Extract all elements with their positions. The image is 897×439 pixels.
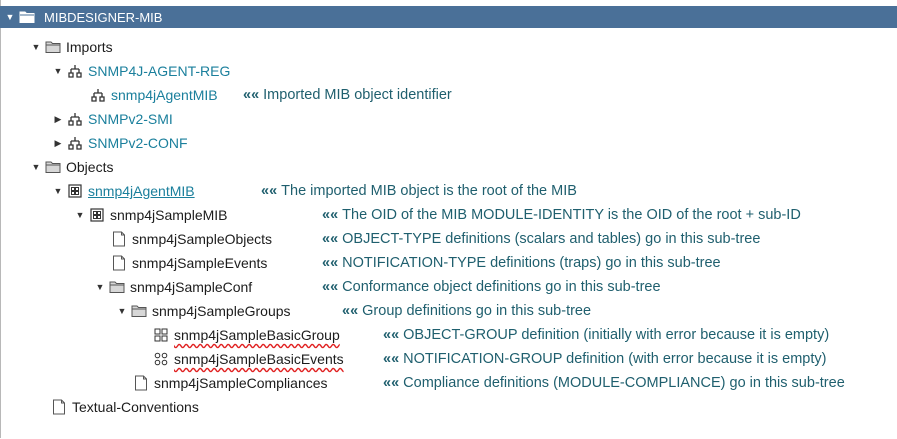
- tree-node-snmp4j-sample-compliances[interactable]: snmp4jSampleCompliances: [133, 371, 328, 395]
- tree-node-imports[interactable]: ▼ Imports: [30, 35, 113, 59]
- expand-toggle-icon[interactable]: ▼: [94, 282, 106, 292]
- annotation-text: OBJECT-GROUP definition (initially with …: [403, 327, 830, 343]
- annotation-arrow-icon: «: [322, 231, 330, 247]
- tree-node-snmp4j-sample-objects[interactable]: snmp4jSampleObjects: [111, 227, 272, 251]
- tree-node-snmp4j-agent-mib-import[interactable]: snmp4jAgentMIB: [90, 83, 218, 107]
- tree-node-label: SNMPv2-CONF: [88, 135, 188, 151]
- tree-node-textual-conventions[interactable]: Textual-Conventions: [51, 395, 199, 419]
- module-icon: [67, 111, 83, 127]
- tree-node-label: SNMPv2-SMI: [88, 111, 173, 127]
- annotation-compliance: «« Compliance definitions (MODULE-COMPLI…: [383, 375, 845, 391]
- document-icon: [111, 255, 127, 271]
- notification-group-icon: [153, 351, 169, 367]
- annotation-text: NOTIFICATION-TYPE definitions (traps) go…: [342, 255, 721, 271]
- folder-icon: [45, 39, 61, 55]
- tree-node-label: Imports: [66, 39, 113, 55]
- module-icon: [67, 63, 83, 79]
- expand-toggle-icon[interactable]: ▼: [4, 12, 16, 22]
- annotation-text: NOTIFICATION-GROUP definition (with erro…: [403, 351, 827, 367]
- expand-toggle-icon[interactable]: ▼: [74, 210, 86, 220]
- annotation-notification-type: «« NOTIFICATION-TYPE definitions (traps)…: [322, 255, 721, 271]
- tree-node-label: snmp4jSampleObjects: [132, 231, 273, 247]
- object-group-icon: [153, 327, 169, 343]
- annotation-arrow-icon: «: [261, 183, 269, 199]
- expand-toggle-icon[interactable]: ▼: [52, 66, 64, 76]
- annotation-object-group: «« OBJECT-GROUP definition (initially wi…: [383, 327, 830, 343]
- folder-icon: [45, 159, 61, 175]
- tree-node-snmp4j-sample-groups[interactable]: ▼ snmp4jSampleGroups: [116, 299, 291, 323]
- annotation-text: Conformance object definitions go in thi…: [342, 279, 661, 295]
- annotation-arrow-icon: «: [322, 207, 330, 223]
- tree-node-label: snmp4jAgentMIB: [111, 87, 218, 103]
- tree-node-label: snmp4jSampleBasicGroup: [174, 327, 340, 343]
- annotation-text: The OID of the MIB MODULE-IDENTITY is th…: [342, 207, 801, 223]
- expand-toggle-icon[interactable]: ▼: [116, 306, 128, 316]
- annotation-group: «« Group definitions go in this sub-tree: [342, 303, 592, 319]
- tree-node-snmpv2-conf[interactable]: ▶ SNMPv2-CONF: [52, 131, 188, 155]
- folder-icon: [19, 9, 35, 25]
- module-icon: [67, 135, 83, 151]
- tree-node-snmp4j-sample-mib[interactable]: ▼ snmp4jSampleMIB: [74, 203, 228, 227]
- tree-node-label: snmp4jSampleBasicEvents: [174, 351, 344, 367]
- tree-node-label: snmp4jSampleConf: [130, 279, 253, 295]
- annotation-arrow-icon: «: [383, 327, 391, 343]
- tree-node-snmp4j-sample-basic-events[interactable]: snmp4jSampleBasicEvents: [153, 347, 344, 371]
- tree-node-label: snmp4jSampleCompliances: [154, 375, 328, 391]
- folder-icon: [131, 303, 147, 319]
- annotation-root: «« The imported MIB object is the root o…: [261, 183, 577, 199]
- object-identity-icon: [67, 183, 83, 199]
- annotation-arrow-icon: «: [383, 375, 391, 391]
- document-icon: [51, 399, 67, 415]
- annotation-arrow-icon: «: [322, 279, 330, 295]
- annotation-arrow-icon: «: [243, 87, 251, 103]
- annotation-arrow-icon: «: [322, 255, 330, 271]
- annotation-text: The imported MIB object is the root of t…: [281, 183, 577, 199]
- annotation-module-identity: «« The OID of the MIB MODULE-IDENTITY is…: [322, 207, 801, 223]
- tree-node-snmp4j-sample-events[interactable]: snmp4jSampleEvents: [111, 251, 267, 275]
- tree-node-snmp4j-sample-basic-group[interactable]: snmp4jSampleBasicGroup: [153, 323, 340, 347]
- annotation-text: Imported MIB object identifier: [263, 87, 452, 103]
- tree-root-label: MIBDESIGNER-MIB: [44, 9, 163, 25]
- collapsed-toggle-icon[interactable]: ▶: [52, 114, 64, 125]
- document-icon: [111, 231, 127, 247]
- folder-icon: [109, 279, 125, 295]
- object-identity-icon: [89, 207, 105, 223]
- annotation-text: OBJECT-TYPE definitions (scalars and tab…: [342, 231, 761, 247]
- annotation-text: Group definitions go in this sub-tree: [362, 303, 592, 319]
- expand-toggle-icon[interactable]: ▼: [30, 162, 42, 172]
- tree-node-label: snmp4jSampleEvents: [132, 255, 268, 271]
- tree-node-label[interactable]: snmp4jAgentMIB: [88, 183, 195, 199]
- tree-node-label: snmp4jSampleMIB: [110, 207, 228, 223]
- tree-root-mibdesigner-mib[interactable]: ▼ MIBDESIGNER-MIB: [0, 6, 897, 28]
- annotation-text: Compliance definitions (MODULE-COMPLIANC…: [403, 375, 845, 391]
- annotation-imported-identifier: «« Imported MIB object identifier: [243, 87, 452, 103]
- tree-node-objects[interactable]: ▼ Objects: [30, 155, 114, 179]
- collapsed-toggle-icon[interactable]: ▶: [52, 138, 64, 149]
- annotation-arrow-icon: «: [383, 351, 391, 367]
- tree-node-snmp4j-agent-reg[interactable]: ▼ SNMP4J-AGENT-REG: [52, 59, 231, 83]
- annotation-conformance: «« Conformance object definitions go in …: [322, 279, 661, 295]
- tree-node-snmp4j-agent-mib-root[interactable]: ▼ snmp4jAgentMIB: [52, 179, 195, 203]
- tree-node-label: SNMP4J-AGENT-REG: [88, 63, 231, 79]
- module-icon: [90, 87, 106, 103]
- tree-node-label: Textual-Conventions: [72, 399, 199, 415]
- tree-node-label: Objects: [66, 159, 114, 175]
- annotation-notification-group: «« NOTIFICATION-GROUP definition (with e…: [383, 351, 827, 367]
- annotation-arrow-icon: «: [342, 303, 350, 319]
- tree-node-label: snmp4jSampleGroups: [152, 303, 291, 319]
- document-icon: [133, 375, 149, 391]
- expand-toggle-icon[interactable]: ▼: [52, 186, 64, 196]
- expand-toggle-icon[interactable]: ▼: [30, 42, 42, 52]
- annotation-object-type: «« OBJECT-TYPE definitions (scalars and …: [322, 231, 761, 247]
- tree-node-snmp4j-sample-conf[interactable]: ▼ snmp4jSampleConf: [94, 275, 253, 299]
- tree-node-snmpv2-smi[interactable]: ▶ SNMPv2-SMI: [52, 107, 173, 131]
